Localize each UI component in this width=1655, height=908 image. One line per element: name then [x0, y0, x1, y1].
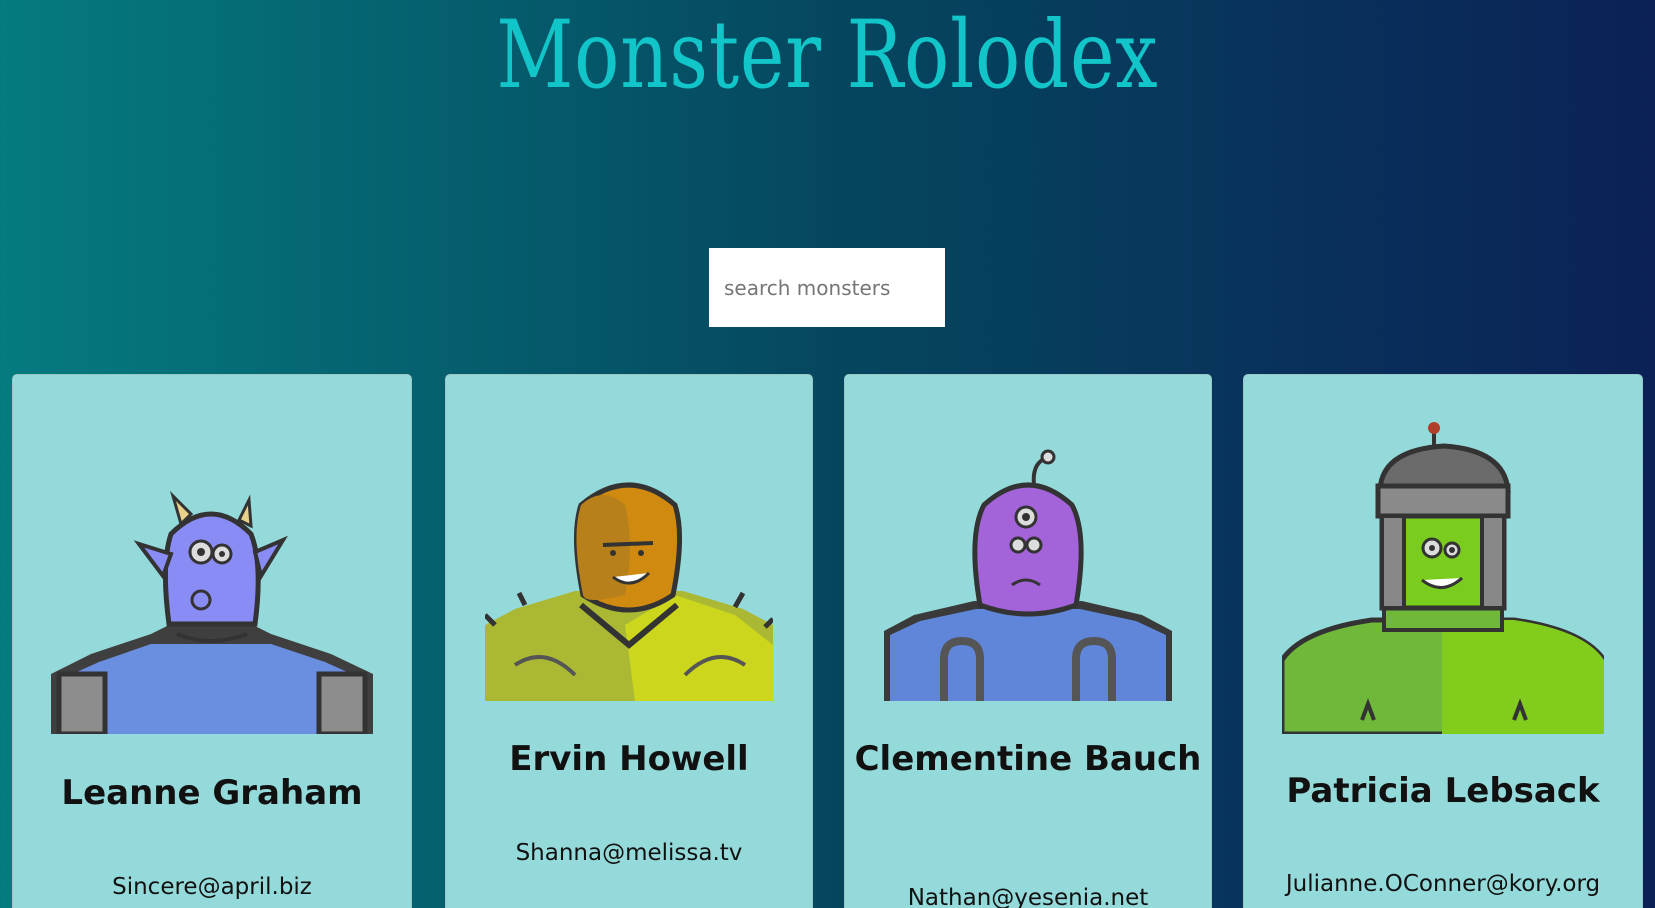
- search-input[interactable]: [709, 248, 945, 327]
- monster-avatar-icon: [485, 482, 773, 701]
- monster-card[interactable]: Ervin Howell Shanna@melissa.tv: [445, 374, 813, 908]
- monster-name: Ervin Howell: [509, 739, 749, 779]
- monster-avatar-icon: [51, 490, 373, 734]
- monster-card[interactable]: Patricia Lebsack Julianne.OConner@kory.o…: [1243, 374, 1643, 908]
- monster-email: Shanna@melissa.tv: [515, 840, 743, 866]
- page-title: Monster Rolodex: [496, 1, 1159, 110]
- monster-email: Nathan@yesenia.net: [907, 885, 1149, 908]
- monster-avatar-icon: [884, 449, 1172, 701]
- monster-email: Julianne.OConner@kory.org: [1285, 871, 1601, 897]
- monster-name: Leanne Graham: [61, 773, 363, 813]
- monster-card[interactable]: Leanne Graham Sincere@april.biz: [12, 374, 412, 908]
- monster-avatar-icon: [1282, 422, 1604, 734]
- monster-name: Clementine Bauch: [854, 739, 1202, 779]
- monster-name: Patricia Lebsack: [1286, 771, 1600, 811]
- monster-card[interactable]: Clementine Bauch Nathan@yesenia.net: [844, 374, 1212, 908]
- monster-email: Sincere@april.biz: [112, 874, 312, 900]
